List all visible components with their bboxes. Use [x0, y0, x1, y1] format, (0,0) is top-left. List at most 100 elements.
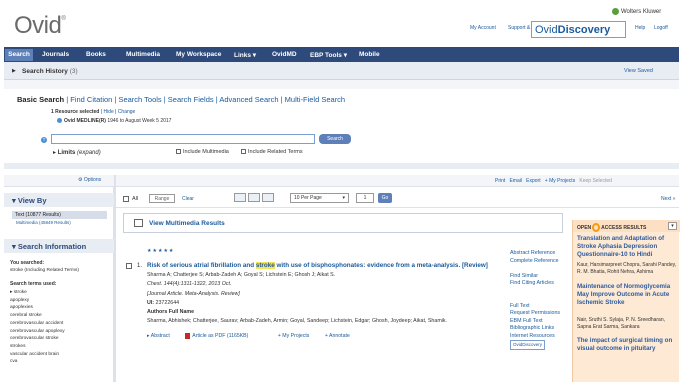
history-label: Search History — [22, 68, 68, 75]
open-access-panel: OPEN ACCESS RESULTS ▾ Translation and Ada… — [572, 220, 680, 382]
authors-full-name-label: Authors Full Name — [147, 309, 195, 315]
annotate-link[interactable]: + Annotate — [325, 333, 350, 339]
nav-journals[interactable]: Journals — [42, 51, 69, 58]
select-all-checkbox[interactable] — [123, 196, 129, 202]
open-access-header: OPEN ACCESS RESULTS — [573, 220, 680, 232]
multimedia-results-box[interactable]: View Multimedia Results — [123, 213, 563, 233]
go-button[interactable]: Go — [378, 193, 392, 203]
next-link[interactable]: Next » — [661, 196, 675, 202]
email-link[interactable]: Email — [509, 178, 522, 184]
tab-basic-search[interactable]: Basic Search — [17, 95, 64, 104]
oa-item-title[interactable]: Maintenance of Normoglycemia May Improve… — [577, 283, 677, 307]
record-title[interactable]: Risk of serious atrial fibrillation and … — [147, 262, 527, 269]
term-item[interactable]: cerebral stroke — [10, 312, 65, 320]
nav-books[interactable]: Books — [86, 51, 106, 58]
main-nav: Search Journals Books Multimedia My Work… — [4, 47, 679, 62]
search-info-label: Search Information — [17, 242, 87, 251]
pdf-link[interactable]: Article as PDF (1165KB) — [185, 333, 262, 339]
my-projects-record-link[interactable]: + My Projects — [278, 333, 310, 339]
tab-other-searches[interactable]: | Find Citation | Search Tools | Search … — [64, 95, 345, 104]
text-results-facet[interactable]: Text (10877 Results) — [12, 211, 107, 219]
ovid-discovery-b: Discovery — [557, 24, 611, 36]
export-link[interactable]: Export — [526, 178, 540, 184]
search-button[interactable]: Search — [319, 134, 351, 144]
options-link[interactable]: ⚙ Options — [78, 177, 101, 183]
record-checkbox[interactable] — [126, 263, 132, 269]
limits-toggle[interactable]: ▸ Limits (expand) — [53, 149, 101, 156]
term-item[interactable]: vascular accident brain — [10, 351, 65, 359]
term-item[interactable]: ▸ stroke — [10, 289, 65, 297]
expand-arrow-icon[interactable]: ▶ — [12, 68, 16, 74]
result-record: ★★★★★ 1. Risk of serious atrial fibrilla… — [123, 248, 568, 378]
clear-link[interactable]: Clear — [182, 196, 194, 202]
page-input[interactable]: 1 — [356, 193, 374, 203]
hide-link[interactable]: Hide — [103, 109, 113, 115]
view-multimedia-link[interactable]: View Multimedia Results — [149, 220, 225, 227]
bibliographic-links-link[interactable]: Bibliographic Links — [510, 325, 560, 333]
view-title-icon[interactable] — [234, 193, 246, 202]
select-all-label: All — [132, 196, 139, 202]
view-by-header[interactable]: ▾ View By — [4, 193, 114, 207]
internet-resources-link[interactable]: Internet Resources — [510, 333, 560, 341]
search-history-bar[interactable]: ▶ Search History (3) View Saved — [4, 62, 679, 80]
find-citing-link[interactable]: Find Citing Articles — [510, 280, 560, 288]
pdf-label: Article as PDF (1165KB) — [192, 333, 249, 340]
term-item[interactable]: cerebrovascular apoplexy — [10, 328, 65, 336]
include-multimedia-checkbox[interactable]: Include Multimedia — [176, 149, 229, 155]
ovid-discovery-button[interactable]: OvidDiscovery — [531, 21, 626, 38]
results-actions-bar: Print Email Export + My Projects Keep Se… — [116, 175, 679, 187]
view-citation-icon[interactable] — [248, 193, 260, 202]
oa-item-authors: Kaur, Harsimarpreet Chopra, Sarahi Pande… — [577, 262, 677, 275]
ovid-discovery-small-button[interactable]: OvidDiscovery — [510, 340, 546, 350]
my-projects-link[interactable]: + My Projects — [545, 178, 575, 184]
history-count: (3) — [69, 68, 78, 75]
nav-search[interactable]: Search — [5, 49, 33, 61]
per-page-select[interactable]: 10 Per Page ▾ — [290, 193, 349, 203]
print-link[interactable]: Print — [495, 178, 505, 184]
view-saved-link[interactable]: View Saved — [624, 68, 653, 74]
nav-workspace[interactable]: My Workspace — [176, 51, 221, 58]
change-link[interactable]: Change — [118, 109, 136, 115]
abstract-reference-link[interactable]: Abstract Reference — [510, 250, 560, 258]
terms-list: ▸ stroke apoplexy apoplexies cerebral st… — [10, 289, 65, 366]
view-by-label: View By — [17, 196, 47, 205]
oa-item-title[interactable]: The impact of surgical timing on visual … — [577, 337, 677, 353]
collapse-icon[interactable]: ▾ — [668, 222, 677, 230]
nav-ebp-tools[interactable]: EBP Tools ▾ — [310, 51, 347, 59]
view-abstract-icon[interactable] — [262, 193, 274, 202]
nav-mobile[interactable]: Mobile — [359, 51, 380, 58]
ebm-full-text-link[interactable]: EBM Full Text — [510, 318, 560, 326]
nav-multimedia[interactable]: Multimedia — [126, 51, 160, 58]
term-item[interactable]: cerebrovascular accident — [10, 320, 65, 328]
authors-full-name: Sharma, Abhishek; Chatterjee, Saurav; Ar… — [147, 318, 448, 324]
term-item[interactable]: apoplexies — [10, 304, 65, 312]
full-text-link[interactable]: Full Text — [510, 303, 560, 311]
nav-links[interactable]: Links ▾ — [234, 51, 256, 59]
term-item[interactable]: apoplexy — [10, 297, 65, 305]
find-similar-link[interactable]: Find Similar — [510, 273, 560, 281]
nav-ovidmd[interactable]: OvidMD — [272, 51, 297, 58]
relevance-stars: ★★★★★ — [147, 248, 175, 254]
ovid-logo[interactable]: Ovid® — [14, 12, 66, 40]
search-info-header[interactable]: ▾ Search Information — [4, 239, 114, 253]
title-part: Risk of serious atrial fibrillation and — [147, 262, 256, 269]
oa-item-title[interactable]: Translation and Adaptation of Stroke Aph… — [577, 235, 677, 259]
record-source: Chest. 144(4):1311-1322, 2013 Oct. — [147, 281, 232, 287]
my-account-link[interactable]: My Account — [470, 25, 496, 31]
term-item[interactable]: strokes — [10, 343, 65, 351]
search-input[interactable] — [51, 134, 315, 144]
range-input[interactable]: Range — [149, 194, 175, 203]
term-item[interactable]: cerebrovascular stroke — [10, 335, 65, 343]
help-icon[interactable]: ? — [41, 137, 47, 143]
request-permissions-link[interactable]: Request Permissions — [510, 310, 560, 318]
logoff-link[interactable]: Logoff — [654, 25, 668, 31]
term-item[interactable]: cva — [10, 358, 65, 366]
complete-reference-link[interactable]: Complete Reference — [510, 258, 560, 266]
include-related-checkbox[interactable]: Include Related Terms — [241, 149, 303, 155]
abstract-link[interactable]: ▸ Abstract — [147, 333, 170, 339]
search-history-title: Search History (3) — [22, 68, 78, 75]
keep-selected-link[interactable]: Keep Selected — [579, 178, 612, 184]
help-link[interactable]: Help — [635, 25, 645, 31]
multimedia-results-facet[interactable]: Multimedia (45849 Results) — [16, 220, 71, 225]
